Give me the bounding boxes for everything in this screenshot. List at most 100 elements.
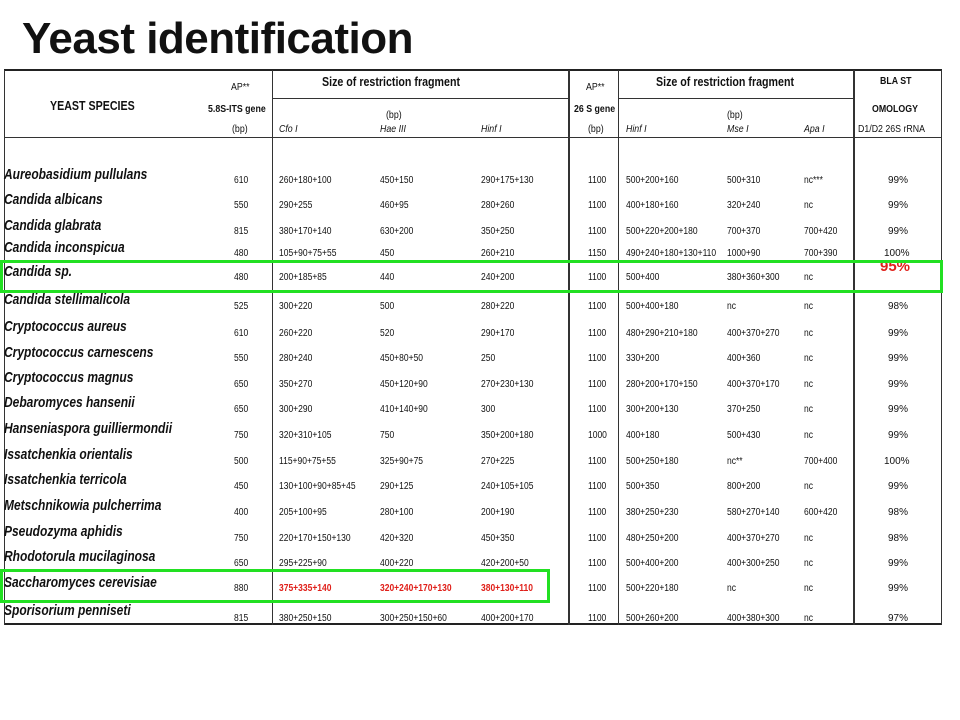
homology-subheader: D1/D2 26S rRNA bbox=[858, 124, 926, 135]
cell-apa: 600+420 bbox=[804, 507, 838, 518]
cell-homology: 99% bbox=[888, 226, 909, 237]
cell-ap1: 815 bbox=[234, 226, 249, 237]
cell-hinf2: 500+400+200 bbox=[626, 558, 679, 569]
cell-mse: nc** bbox=[727, 456, 743, 467]
blast-header: BLA ST bbox=[880, 76, 912, 87]
cell-apa: 700+400 bbox=[804, 456, 838, 467]
cell-hinf2: 330+200 bbox=[626, 353, 660, 364]
cell-homology: 99% bbox=[888, 481, 909, 492]
divider-ap1 bbox=[272, 70, 273, 625]
cell-mse: 400+370+270 bbox=[727, 533, 780, 544]
cell-mse: 400+300+250 bbox=[727, 558, 780, 569]
page-title: Yeast identification bbox=[22, 14, 413, 63]
cell-ap1: 815 bbox=[234, 613, 249, 624]
homology-header: OMOLOGY bbox=[872, 104, 918, 115]
cell-hae: 520 bbox=[380, 328, 395, 339]
cell-ap2: 1100 bbox=[588, 481, 607, 492]
cell-mse: 400+370+170 bbox=[727, 379, 780, 390]
ap2-gene-header: 26 S gene bbox=[574, 104, 616, 115]
cell-apa: nc bbox=[804, 404, 813, 415]
species-name: Cryptococcus magnus bbox=[4, 369, 134, 386]
cell-ap1: 480 bbox=[234, 248, 249, 259]
frag1-header: Size of restriction fragment bbox=[322, 74, 461, 89]
cell-hinf2: 400+180+160 bbox=[626, 200, 679, 211]
cell-hinf1: 270+225 bbox=[481, 456, 515, 467]
cell-cfo: 260+220 bbox=[279, 328, 313, 339]
ap2-header: AP** bbox=[586, 82, 605, 93]
cell-hae: 450+80+50 bbox=[380, 353, 424, 364]
cell-ap2: 1100 bbox=[588, 583, 607, 594]
cell-ap1: 750 bbox=[234, 430, 249, 441]
cell-mse: 400+380+300 bbox=[727, 613, 780, 624]
cell-ap2: 1100 bbox=[588, 507, 607, 518]
cell-cfo: 260+180+100 bbox=[279, 175, 332, 186]
cell-cfo: 380+250+150 bbox=[279, 613, 332, 624]
cell-hae: 460+95 bbox=[380, 200, 409, 211]
cell-ap1: 450 bbox=[234, 481, 249, 492]
cell-hinf1: 350+200+180 bbox=[481, 430, 534, 441]
cell-cfo: 320+310+105 bbox=[279, 430, 332, 441]
cell-hinf1: 200+190 bbox=[481, 507, 515, 518]
cell-hinf1: 280+220 bbox=[481, 301, 515, 312]
cell-hae: 410+140+90 bbox=[380, 404, 428, 415]
cell-hae: 280+100 bbox=[380, 507, 414, 518]
cell-hinf2: 280+200+170+150 bbox=[626, 379, 698, 390]
cell-hinf1: 250 bbox=[481, 353, 496, 364]
cell-apa: 700+390 bbox=[804, 248, 838, 259]
cell-apa: nc bbox=[804, 558, 813, 569]
frag1-unit: (bp) bbox=[386, 110, 402, 121]
ap1-gene-header: 5.8S-ITS gene bbox=[208, 104, 266, 115]
cell-homology: 99% bbox=[888, 379, 909, 390]
species-name: Debaromyces hansenii bbox=[4, 394, 135, 411]
species-name: Candida inconspicua bbox=[4, 239, 125, 256]
cell-ap1: 550 bbox=[234, 353, 249, 364]
enzyme-hinf1-header: Hinf I bbox=[481, 124, 502, 135]
species-name: Candida stellimalicola bbox=[4, 291, 131, 308]
table-right-border bbox=[941, 70, 942, 625]
cell-hinf1: 420+200+50 bbox=[481, 558, 529, 569]
frag2-unit: (bp) bbox=[727, 110, 743, 121]
cell-mse: 700+370 bbox=[727, 226, 761, 237]
ap2-unit: (bp) bbox=[588, 124, 604, 135]
species-name: Cryptococcus carnescens bbox=[4, 344, 154, 361]
cell-mse: nc bbox=[727, 583, 736, 594]
cell-ap2: 1000 bbox=[588, 430, 607, 441]
cell-hinf2: 500+220+200+180 bbox=[626, 226, 698, 237]
cell-hinf2: 400+180 bbox=[626, 430, 660, 441]
species-name: Candida albicans bbox=[4, 191, 103, 208]
species-name: Hanseniaspora guilliermondii bbox=[4, 420, 173, 437]
cell-ap2: 1150 bbox=[588, 248, 607, 259]
cell-mse: 320+240 bbox=[727, 200, 761, 211]
cell-cfo: 380+170+140 bbox=[279, 226, 332, 237]
cell-hinf2: 500+400+180 bbox=[626, 301, 679, 312]
species-name: Issatchenkia orientalis bbox=[4, 446, 133, 463]
enzyme-hinf2-header: Hinf I bbox=[626, 124, 647, 135]
cell-hinf1: 300 bbox=[481, 404, 496, 415]
frag2-header: Size of restriction fragment bbox=[656, 74, 795, 89]
cell-mse: 400+360 bbox=[727, 353, 761, 364]
cell-ap1: 650 bbox=[234, 379, 249, 390]
cell-hae: 450+150 bbox=[380, 175, 414, 186]
cell-cfo: 115+90+75+55 bbox=[279, 456, 336, 467]
cell-homology: 99% bbox=[888, 328, 909, 339]
cell-apa: nc bbox=[804, 481, 813, 492]
divider-ap2 bbox=[618, 70, 619, 625]
cell-cfo: 300+290 bbox=[279, 404, 313, 415]
cell-ap1: 750 bbox=[234, 533, 249, 544]
frag2-underline bbox=[618, 98, 853, 99]
cell-ap2: 1100 bbox=[588, 456, 607, 467]
header-bottom-line bbox=[4, 137, 942, 138]
enzyme-haeiii-header: Hae III bbox=[380, 124, 406, 135]
highlight-saccharomyces bbox=[0, 569, 550, 603]
cell-apa: nc bbox=[804, 379, 813, 390]
species-name: Cryptococcus aureus bbox=[4, 318, 127, 335]
cell-mse: 580+270+140 bbox=[727, 507, 780, 518]
cell-ap2: 1100 bbox=[588, 175, 607, 186]
cell-apa: nc bbox=[804, 328, 813, 339]
species-name: Rhodotorula mucilaginosa bbox=[4, 548, 156, 565]
cell-hae: 420+320 bbox=[380, 533, 414, 544]
cell-ap2: 1100 bbox=[588, 226, 607, 237]
cell-apa: nc bbox=[804, 583, 813, 594]
cell-hinf2: 300+200+130 bbox=[626, 404, 679, 415]
cell-mse: 400+370+270 bbox=[727, 328, 780, 339]
